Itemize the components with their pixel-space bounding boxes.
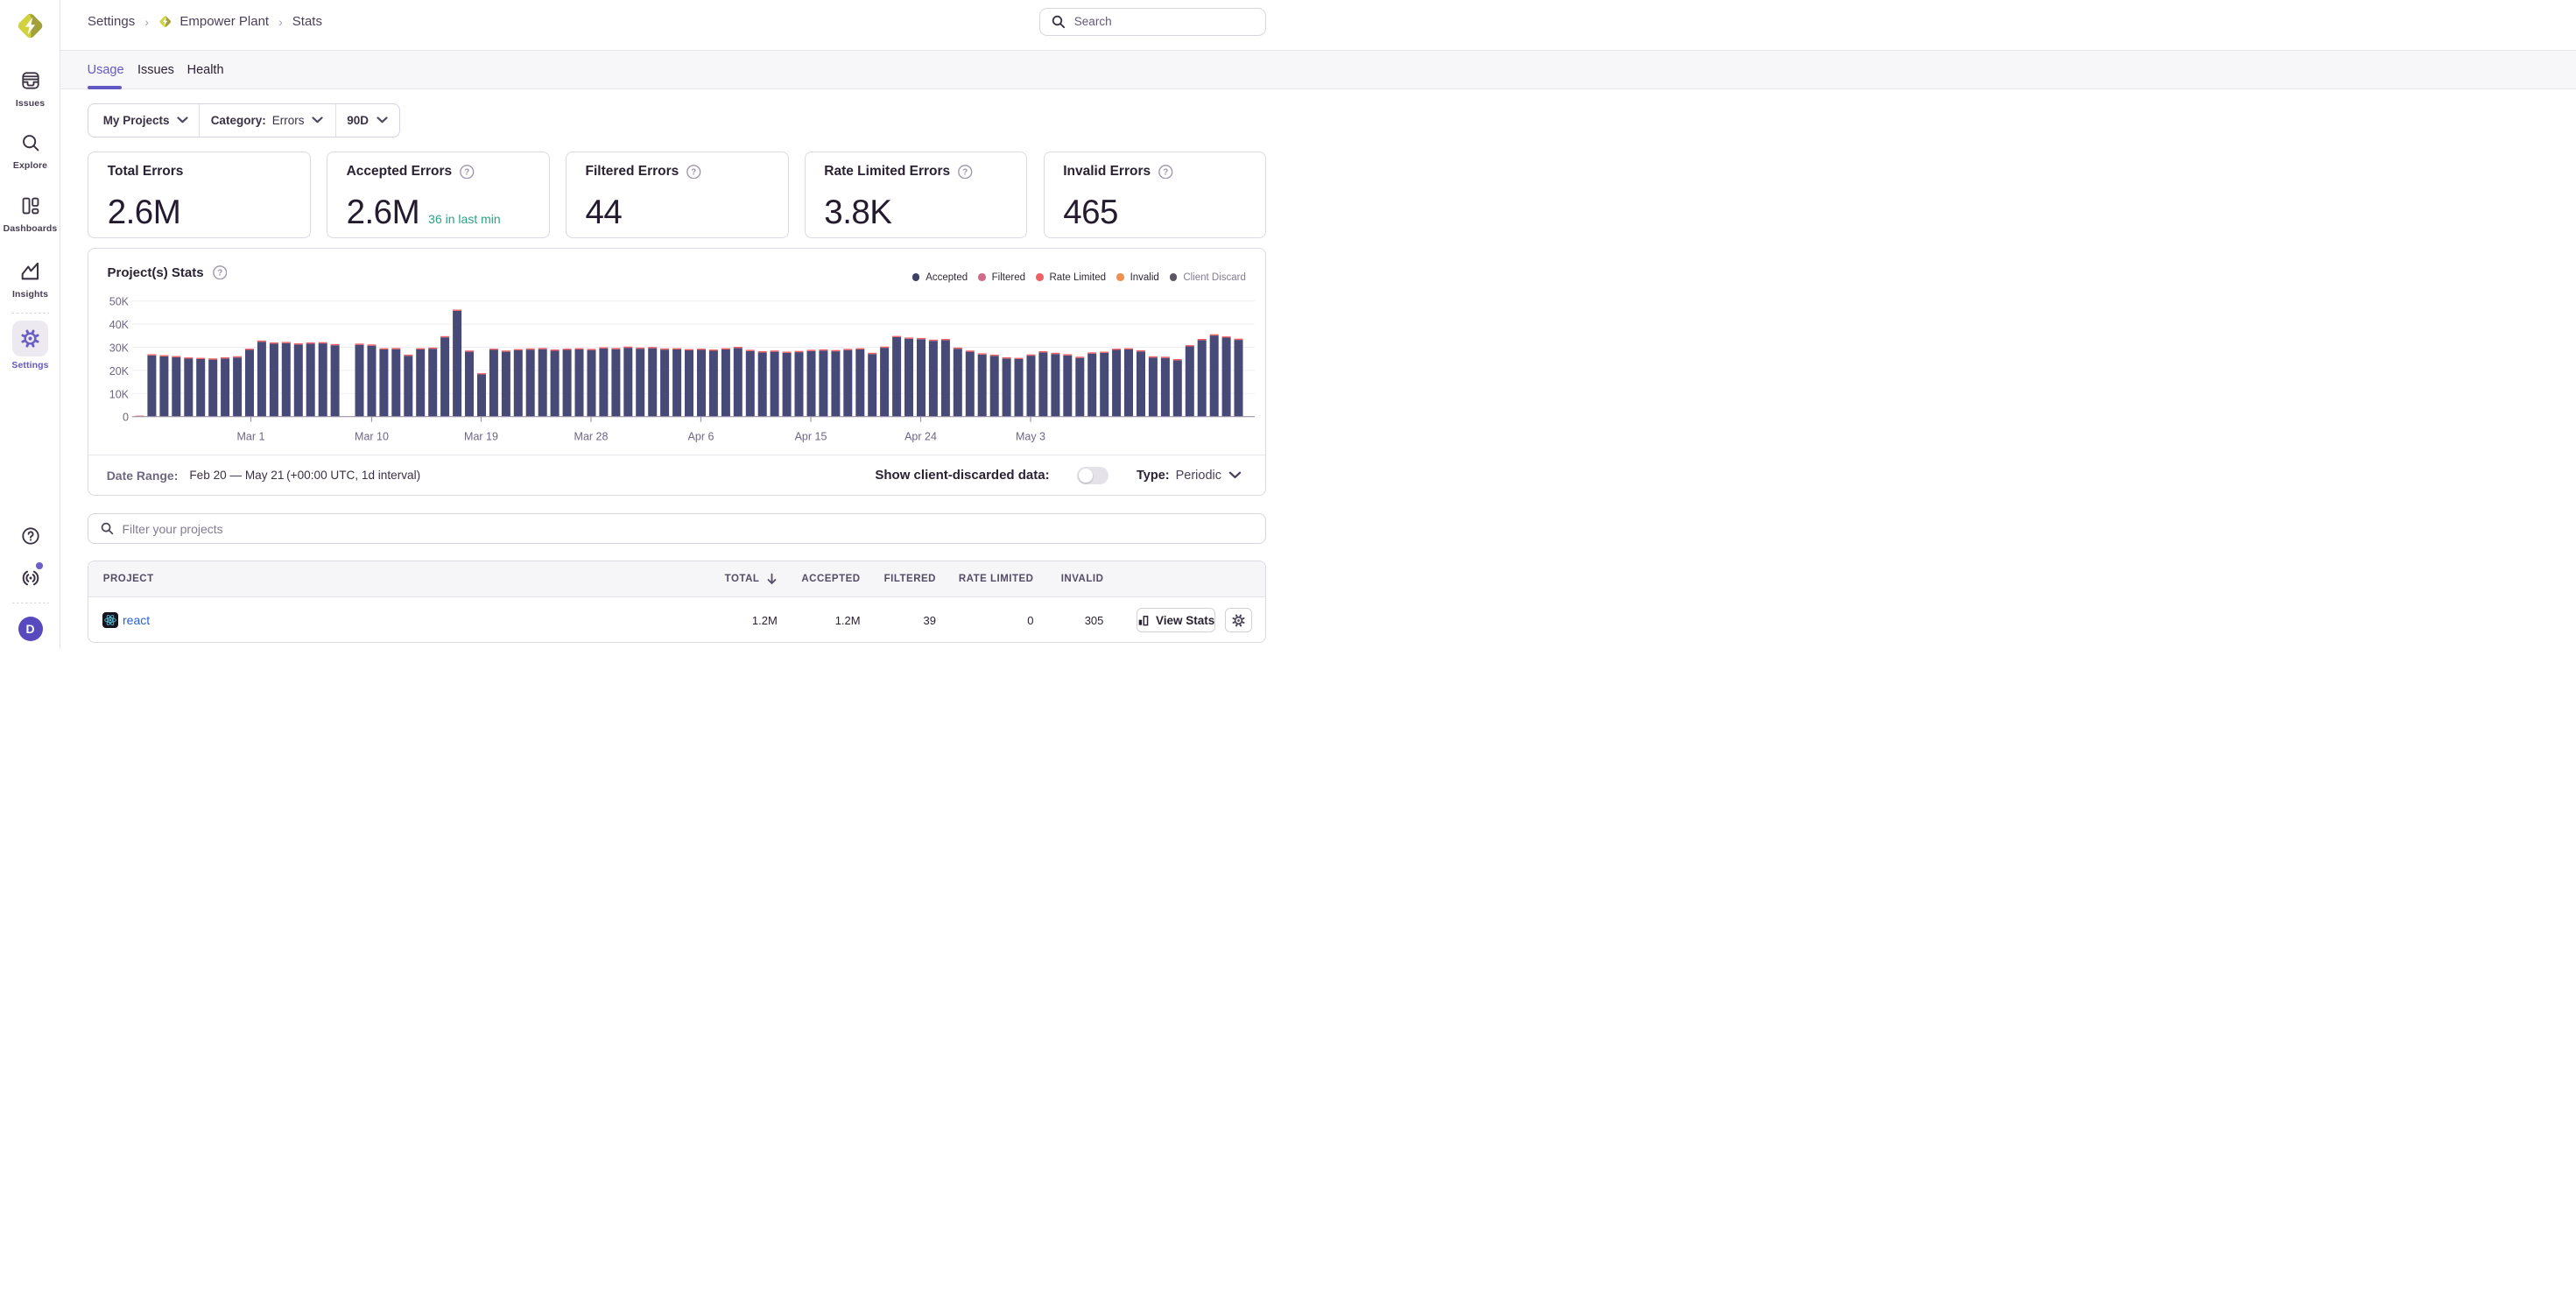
svg-text:30K: 30K: [109, 342, 130, 354]
svg-text:Mar 28: Mar 28: [574, 430, 609, 442]
svg-text:Mar 1: Mar 1: [237, 430, 265, 442]
svg-text:May 3: May 3: [1016, 430, 1045, 442]
svg-text:?: ?: [692, 167, 697, 177]
svg-text:Mar 10: Mar 10: [355, 430, 389, 442]
svg-text:10K: 10K: [109, 388, 130, 400]
svg-text:?: ?: [464, 167, 469, 177]
svg-text:Apr 15: Apr 15: [795, 430, 827, 442]
svg-text:Apr 24: Apr 24: [904, 430, 937, 442]
svg-text:40K: 40K: [109, 319, 130, 331]
svg-text:?: ?: [1163, 167, 1168, 177]
svg-text:0: 0: [123, 411, 129, 423]
svg-text:?: ?: [962, 167, 968, 177]
svg-text:Mar 19: Mar 19: [464, 430, 498, 442]
svg-text:50K: 50K: [109, 295, 130, 307]
svg-text:20K: 20K: [109, 364, 130, 377]
svg-text:Apr 6: Apr 6: [688, 430, 714, 442]
